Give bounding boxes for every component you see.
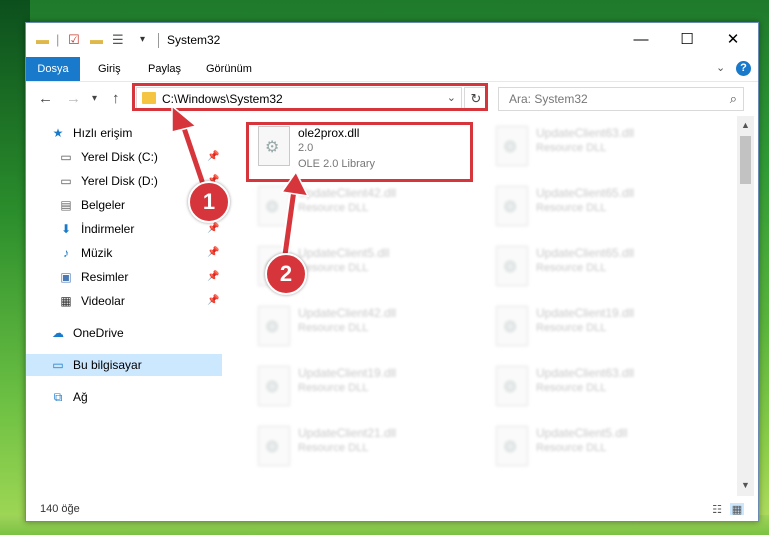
callout-arrows xyxy=(171,104,310,256)
callout-badge-2: 2 xyxy=(265,253,307,295)
callout-badge-1: 1 xyxy=(188,181,230,223)
arrow-2 xyxy=(280,170,310,256)
arrow-1 xyxy=(171,104,210,192)
